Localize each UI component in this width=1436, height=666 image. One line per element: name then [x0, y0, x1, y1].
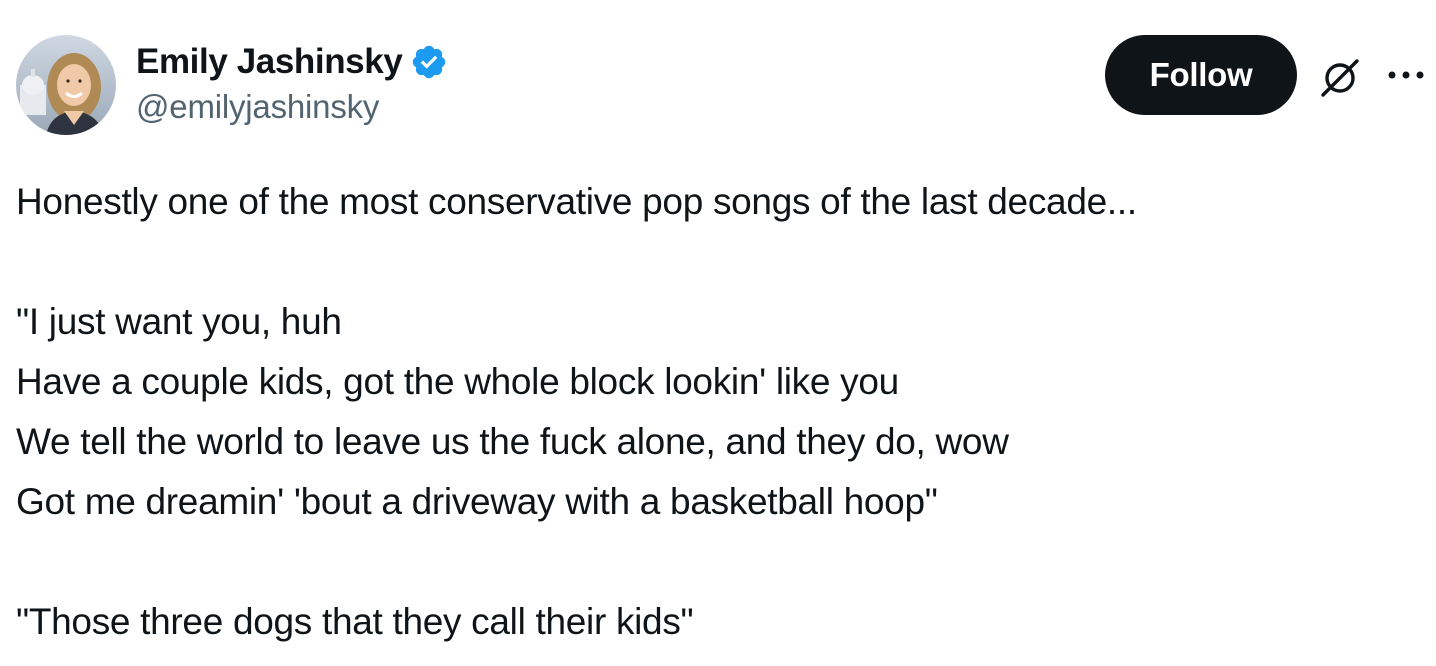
grok-icon[interactable]	[1317, 54, 1363, 100]
avatar-photo	[16, 35, 116, 135]
verified-badge-icon[interactable]	[410, 43, 448, 81]
tweet-intro-line: Honestly one of the most conservative po…	[16, 181, 1137, 222]
author-handle[interactable]: @emilyjashinsky	[136, 88, 379, 126]
tweet-closing-line: "Those three dogs that they call their k…	[16, 601, 694, 642]
tweet-text: Honestly one of the most conservative po…	[16, 172, 1416, 652]
more-icon[interactable]	[1382, 60, 1432, 90]
author-display-name[interactable]: Emily Jashinsky	[136, 42, 403, 82]
lyric-line: Got me dreamin' 'bout a driveway with a …	[16, 481, 938, 522]
lyric-line: "I just want you, huh	[16, 301, 342, 342]
avatar[interactable]	[16, 35, 116, 135]
lyric-line: Have a couple kids, got the whole block …	[16, 361, 899, 402]
tweet-card: Emily Jashinsky @emilyjashinsky Follow H…	[0, 0, 1436, 666]
lyric-line: We tell the world to leave us the fuck a…	[16, 421, 1009, 462]
follow-button[interactable]: Follow	[1105, 35, 1297, 115]
author-name-row: Emily Jashinsky	[136, 40, 448, 84]
